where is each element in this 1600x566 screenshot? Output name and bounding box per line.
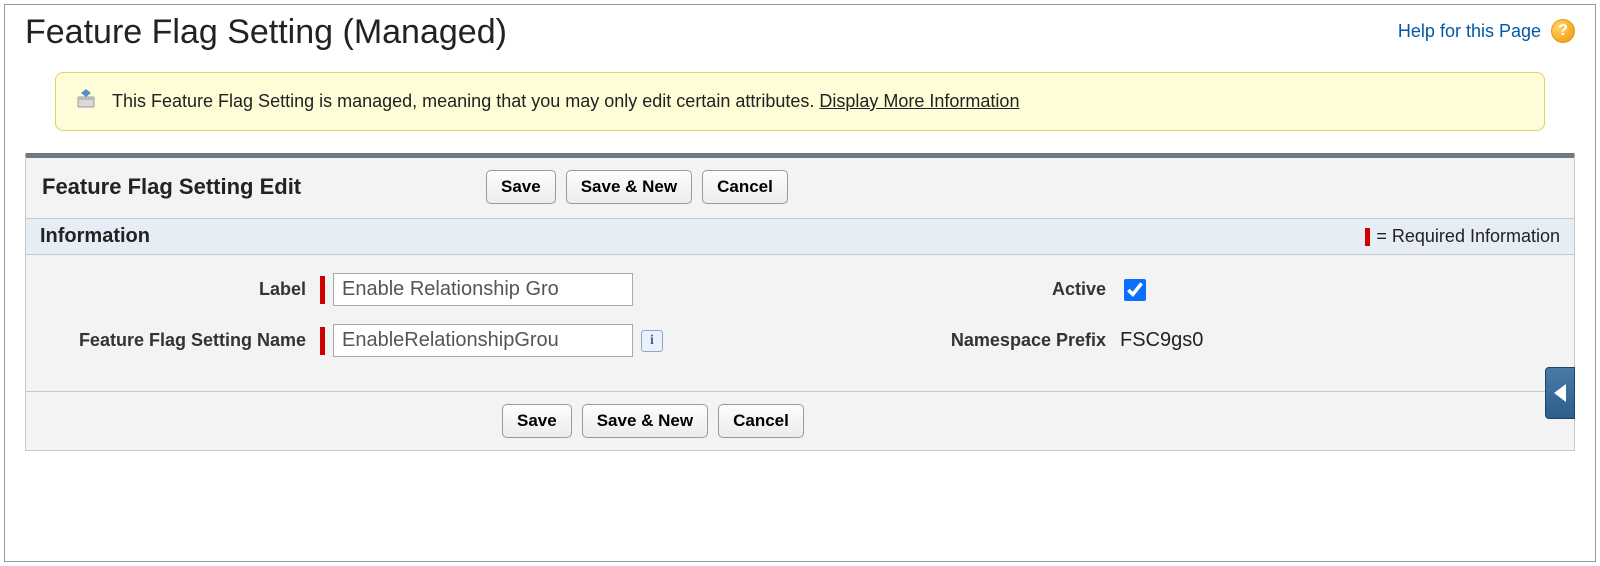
save-button[interactable]: Save [502, 404, 572, 438]
cancel-button[interactable]: Cancel [702, 170, 788, 204]
panel-header: Feature Flag Setting Edit Save Save & Ne… [26, 158, 1574, 218]
expand-side-tab[interactable] [1545, 367, 1575, 419]
help-icon[interactable]: ? [1551, 19, 1575, 43]
cancel-button[interactable]: Cancel [718, 404, 804, 438]
save-and-new-button[interactable]: Save & New [582, 404, 708, 438]
top-button-row: Save Save & New Cancel [486, 170, 788, 204]
namespace-field-label: Namespace Prefix [740, 330, 1120, 351]
form-body: Label Active Feature Flag Setting Name i… [26, 255, 1574, 391]
required-mark-icon [320, 327, 325, 355]
label-field-value [320, 273, 740, 306]
active-field-value [1120, 276, 1440, 304]
required-mark-icon [320, 276, 325, 304]
panel-footer: Save Save & New Cancel [26, 391, 1574, 450]
banner-text: This Feature Flag Setting is managed, me… [112, 91, 1019, 112]
package-icon [74, 87, 98, 116]
namespace-field-value: FSC9gs0 [1120, 329, 1440, 352]
chevron-left-icon [1554, 384, 1566, 402]
name-field-value: i [320, 324, 740, 357]
page-container: Feature Flag Setting (Managed) Help for … [4, 4, 1596, 562]
help-area: Help for this Page ? [1398, 19, 1575, 43]
edit-panel: Feature Flag Setting Edit Save Save & Ne… [25, 153, 1575, 451]
name-field-label: Feature Flag Setting Name [40, 330, 320, 351]
bottom-button-row: Save Save & New Cancel [502, 404, 1558, 438]
label-input[interactable] [333, 273, 633, 306]
display-more-link[interactable]: Display More Information [819, 91, 1019, 111]
help-link[interactable]: Help for this Page [1398, 21, 1541, 42]
active-checkbox[interactable] [1124, 279, 1146, 301]
managed-info-banner: This Feature Flag Setting is managed, me… [55, 72, 1545, 131]
save-button[interactable]: Save [486, 170, 556, 204]
section-header: Information = Required Information [26, 218, 1574, 255]
panel-title: Feature Flag Setting Edit [42, 174, 486, 200]
required-mark-icon [1365, 228, 1370, 246]
form-grid: Label Active Feature Flag Setting Name i… [40, 273, 1560, 357]
name-input[interactable] [333, 324, 633, 357]
info-icon[interactable]: i [641, 330, 663, 352]
label-field-label: Label [40, 279, 320, 300]
page-title: Feature Flag Setting (Managed) [25, 13, 507, 52]
active-field-label: Active [740, 279, 1120, 300]
page-header: Feature Flag Setting (Managed) Help for … [25, 5, 1575, 72]
save-and-new-button[interactable]: Save & New [566, 170, 692, 204]
section-title: Information [40, 225, 150, 248]
required-legend: = Required Information [1365, 226, 1560, 247]
